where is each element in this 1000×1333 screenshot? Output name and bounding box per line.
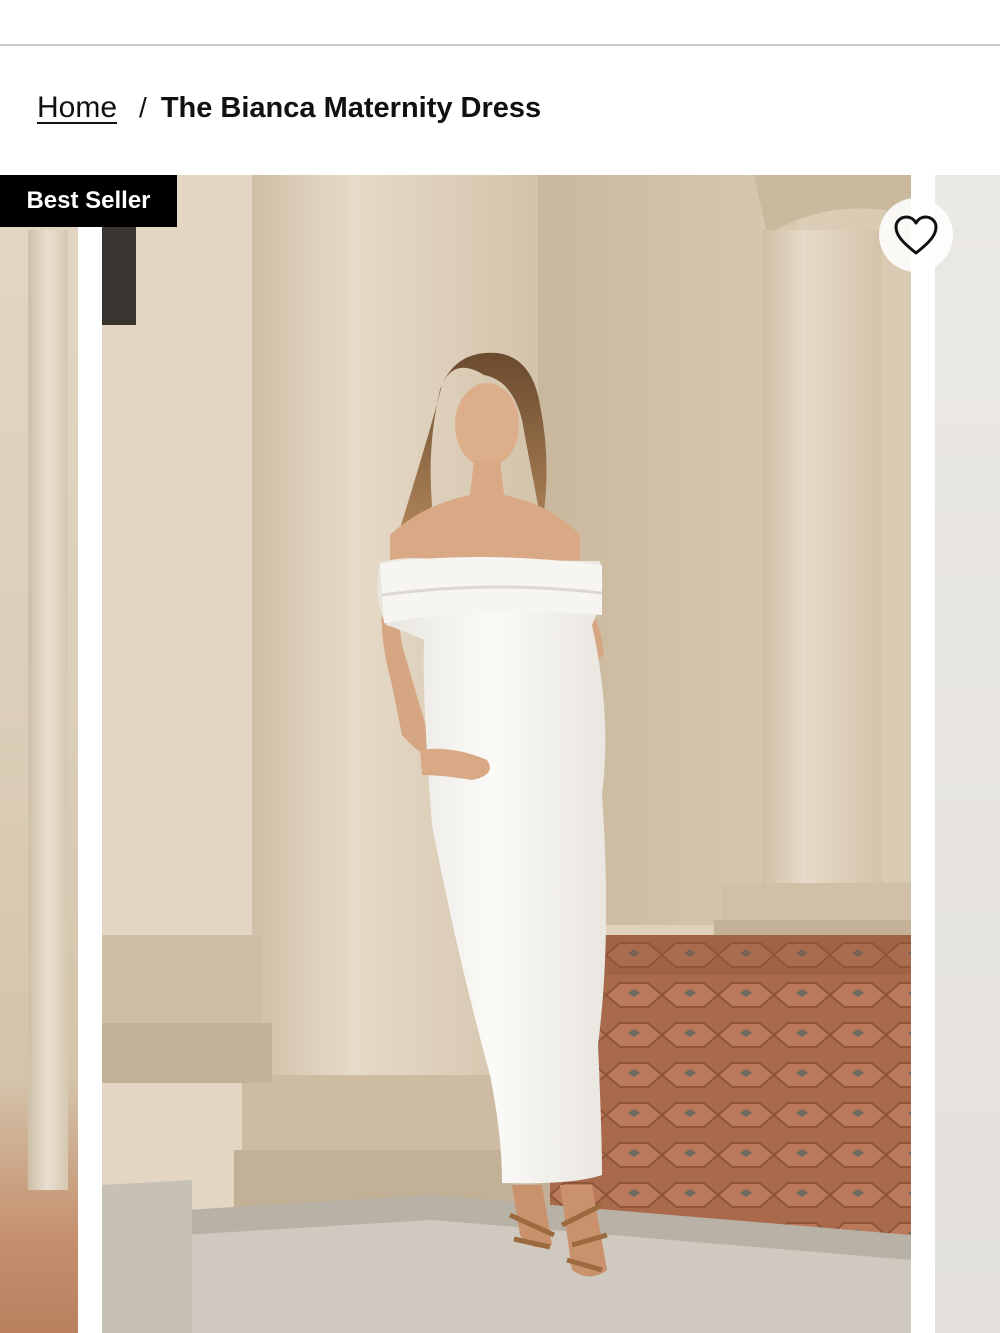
product-photo	[102, 175, 911, 1333]
previous-slide-image[interactable]	[0, 175, 78, 1333]
best-seller-badge: Best Seller	[0, 175, 177, 227]
add-to-wishlist-button[interactable]	[879, 198, 953, 272]
breadcrumb-current-page: The Bianca Maternity Dress	[160, 91, 542, 124]
breadcrumb: Home / The Bianca Maternity Dress	[37, 86, 541, 130]
breadcrumb-home-link[interactable]: Home	[37, 91, 117, 125]
product-image-gallery[interactable]	[0, 175, 1000, 1333]
main-product-image[interactable]	[102, 175, 911, 1333]
heart-icon	[894, 215, 938, 255]
next-slide-image[interactable]	[935, 175, 1000, 1333]
header-divider	[0, 44, 1000, 46]
previous-slide-column	[28, 230, 68, 1190]
breadcrumb-separator: /	[139, 92, 147, 123]
